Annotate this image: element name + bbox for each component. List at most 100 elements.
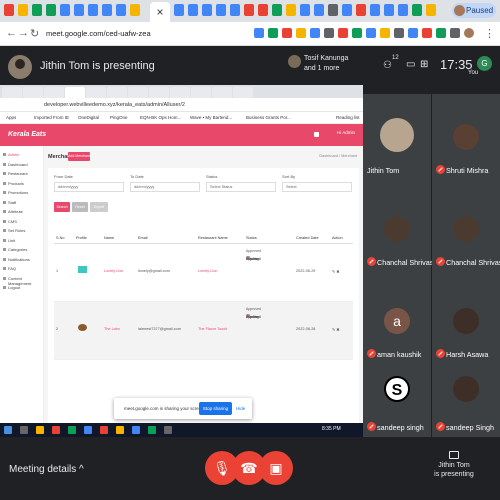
tab-favicon[interactable]: [130, 4, 140, 16]
admin-content: Merchant Add Merchant Dashboard / Mercha…: [44, 146, 363, 423]
tab-favicon[interactable]: [412, 4, 422, 16]
participant-video: [380, 118, 414, 152]
tab-favicon[interactable]: [258, 4, 268, 16]
participant-name: Harsh Asawa: [446, 350, 489, 359]
extension-icon[interactable]: [338, 28, 348, 38]
tab-favicon[interactable]: [174, 4, 184, 16]
extension-icon[interactable]: [352, 28, 362, 38]
sidebar-item: Restaurant: [3, 171, 28, 176]
tab-favicon[interactable]: [286, 4, 296, 16]
tab-favicon[interactable]: [384, 4, 394, 16]
chat-icon[interactable]: ▭: [406, 59, 415, 70]
sidebar-item: FAQ: [3, 266, 16, 271]
tab-favicon[interactable]: [426, 4, 436, 16]
participant-tile[interactable]: Chanchal Shrivast...: [432, 186, 500, 278]
column-header: S.No: [56, 236, 65, 240]
back-icon[interactable]: ←: [6, 27, 17, 39]
search-button: Search: [54, 202, 70, 212]
tab-favicon[interactable]: [88, 4, 98, 16]
active-tab-close-icon[interactable]: ×: [150, 2, 170, 22]
forward-icon[interactable]: →: [18, 27, 29, 39]
tab-favicon[interactable]: [230, 4, 240, 16]
tab-favicon[interactable]: [328, 4, 338, 16]
camera-off-icon: ▣: [269, 460, 283, 476]
extension-icon[interactable]: [254, 28, 264, 38]
participant-tile[interactable]: Harsh Asawa: [432, 278, 500, 370]
profile-icon[interactable]: [464, 28, 474, 38]
cell-sno: 1: [56, 269, 59, 273]
camera-off-button[interactable]: ▣: [259, 451, 293, 485]
tab-favicon[interactable]: [102, 4, 112, 16]
extension-icon[interactable]: [310, 28, 320, 38]
extension-icon[interactable]: [450, 28, 460, 38]
participant-tile[interactable]: S sandeep singh: [363, 370, 431, 437]
app-logo: Kerala Eats: [8, 131, 47, 138]
tab-favicon[interactable]: [202, 4, 212, 16]
participant-name: Tosif Kanunga: [304, 55, 349, 62]
self-label: You: [468, 70, 479, 76]
extension-icon[interactable]: [324, 28, 334, 38]
tab-favicon[interactable]: [342, 4, 352, 16]
reload-icon[interactable]: ↻: [30, 27, 39, 40]
extension-icon[interactable]: [422, 28, 432, 38]
presenting-indicator[interactable]: Jithin Tom is presenting: [424, 451, 484, 479]
merchant-card: From Date dd/mm/yyyy To Date dd/mm/yyyy …: [48, 168, 359, 423]
cell-date: 2022-06-29: [296, 269, 316, 273]
extension-icon[interactable]: [296, 28, 306, 38]
cell-date: 2022-06-28: [296, 327, 316, 331]
participant-tile[interactable]: Shruti Mishra: [432, 94, 500, 186]
participant-tile[interactable]: Chanchal Shrivast...: [363, 186, 441, 278]
participant-name: sandeep Singh: [446, 423, 494, 432]
tab-favicon[interactable]: [32, 4, 42, 16]
tab-favicon[interactable]: [216, 4, 226, 16]
participant-name: Jithin Tom: [367, 166, 400, 175]
presenter-avatar: [8, 55, 32, 79]
hide-button: Hide: [236, 406, 246, 411]
url-input[interactable]: meet.google.com/ced-uafw-zea: [46, 26, 246, 42]
tab-favicon[interactable]: [370, 4, 380, 16]
tab-favicon[interactable]: [356, 4, 366, 16]
taskbar-icon: [164, 426, 172, 434]
taskbar-icon: [132, 426, 140, 434]
extension-icon[interactable]: [380, 28, 390, 38]
sidebar-item: Set Rules: [3, 228, 25, 233]
participants-count: 12: [392, 55, 399, 61]
extension-icon[interactable]: [408, 28, 418, 38]
tab-favicon[interactable]: [300, 4, 310, 16]
tab-favicon[interactable]: [60, 4, 70, 16]
tab-favicon[interactable]: [398, 4, 408, 16]
participant-tile[interactable]: a aman kaushik: [363, 278, 431, 370]
meeting-details-button[interactable]: Meeting details ^: [9, 464, 84, 475]
activities-icon[interactable]: ⊞: [420, 59, 428, 70]
column-header: Name: [104, 236, 115, 240]
tab-favicon[interactable]: [244, 4, 254, 16]
status-title: Approved: [246, 307, 261, 311]
tab-favicon[interactable]: [74, 4, 84, 16]
tab-favicon[interactable]: [46, 4, 56, 16]
profile-paused-button[interactable]: Paused: [452, 3, 496, 18]
tab-favicon[interactable]: [18, 4, 28, 16]
extension-icon[interactable]: [282, 28, 292, 38]
participant-tile[interactable]: Jithin Tom: [363, 94, 431, 186]
extension-icon[interactable]: [366, 28, 376, 38]
status-select: Select Status: [206, 182, 276, 192]
inner-tab: [191, 87, 211, 98]
participant-tile[interactable]: sandeep Singh: [432, 370, 500, 437]
sidebar-item: CMS: [3, 219, 17, 224]
menu-icon[interactable]: ⋮: [484, 27, 495, 40]
tab-favicon[interactable]: [314, 4, 324, 16]
tab-favicon[interactable]: [116, 4, 126, 16]
extension-icon[interactable]: [394, 28, 404, 38]
tab-favicon[interactable]: [4, 4, 14, 16]
extension-icon[interactable]: [268, 28, 278, 38]
mic-off-icon: [436, 165, 445, 174]
tab-favicon[interactable]: [188, 4, 198, 16]
mic-off-icon: [367, 422, 376, 431]
extension-icon[interactable]: [436, 28, 446, 38]
people-icon[interactable]: ⚇: [383, 60, 392, 71]
sidebar-item: Admin: [3, 152, 19, 157]
tab-favicon[interactable]: [272, 4, 282, 16]
app-header: Kerala Eats Hi Admin: [0, 124, 363, 146]
sidebar-item: Unit: [3, 238, 15, 243]
participant-strip[interactable]: Tosif Kanunga and 1 more: [288, 54, 372, 74]
